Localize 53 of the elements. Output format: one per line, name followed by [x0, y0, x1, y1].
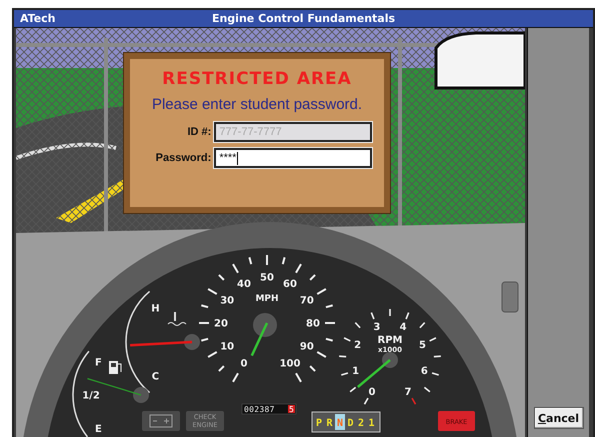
- gauge-label: 0: [368, 386, 376, 398]
- gauge-label: 1/2: [82, 390, 100, 402]
- speedometer-hub-icon: [253, 313, 277, 337]
- gear-letter: R: [326, 418, 333, 429]
- odometer-tenths-digit: 5: [288, 405, 295, 414]
- dialog-heading: RESTRICTED AREA: [162, 69, 352, 89]
- gear-selector-panel: [312, 412, 380, 432]
- gauge-label: 1: [352, 366, 360, 378]
- tachometer-hub-icon: [382, 352, 398, 368]
- rpm-unit: RPM: [378, 335, 402, 346]
- gauge-label: 80: [306, 318, 320, 330]
- speedometer-needle: [250, 322, 268, 356]
- tachometer-needle: [357, 359, 391, 388]
- gauge-label: 3: [373, 322, 380, 334]
- fuel-pump-icon: [109, 361, 122, 374]
- gauge-label: 50: [260, 272, 274, 284]
- cancel-button[interactable]: Cancel: [534, 407, 584, 429]
- gear-letter: 1: [368, 418, 375, 429]
- temperature-needle: [130, 340, 192, 346]
- temperature-hub-icon: [184, 334, 200, 350]
- gauge-label: 70: [300, 296, 314, 307]
- gear-letter: 2: [358, 418, 364, 429]
- gauge-label: 40: [237, 278, 251, 290]
- gauge-label: E: [95, 424, 102, 435]
- gear-letter: D: [347, 418, 354, 429]
- gauge-label: 7: [404, 386, 412, 398]
- field-label: Password:: [156, 152, 212, 164]
- field-label: ID #:: [186, 126, 212, 138]
- fuel-hub-icon: [133, 387, 149, 403]
- gauge-label: 4: [400, 322, 407, 334]
- gauge-label: H: [151, 304, 160, 314]
- app-name: ATech: [19, 12, 56, 25]
- gear-letter: N: [336, 418, 344, 429]
- gauge-label: 100: [280, 358, 300, 370]
- gauge-label: 90: [300, 342, 314, 353]
- speed-unit: MPH: [255, 294, 279, 304]
- input-field[interactable]: ****: [214, 148, 372, 168]
- gauge-label: C: [152, 372, 160, 383]
- gauge-label: 60: [283, 278, 297, 290]
- dialog-prompt: Please enter student password.: [152, 96, 362, 113]
- gauge-label: 2: [354, 340, 362, 351]
- gauge-label: 20: [214, 318, 228, 330]
- gauge-label: 0: [240, 358, 248, 370]
- gauge-label: 6: [420, 366, 428, 378]
- coolant-temperature-icon: [168, 312, 186, 326]
- gauge-label: F: [95, 357, 102, 368]
- odometer-digits: 002387: [244, 405, 275, 414]
- gauge-label: 30: [220, 296, 234, 307]
- window-title: Engine Control Fundamentals: [212, 12, 396, 25]
- gauge-label: 5: [418, 340, 426, 351]
- gauge-label: 10: [220, 342, 234, 353]
- gear-letter: P: [316, 418, 322, 429]
- odometer-display: [242, 404, 296, 414]
